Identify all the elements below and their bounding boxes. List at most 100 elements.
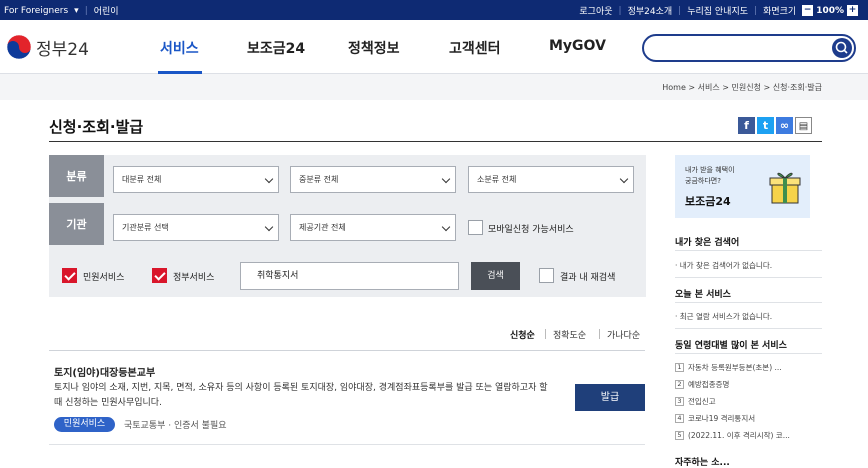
search-icon	[835, 41, 848, 54]
gov-service-label: 정부서비스	[173, 273, 215, 283]
search-button[interactable]	[832, 38, 852, 58]
research-label: 결과 내 재검색	[560, 273, 616, 283]
divider: |	[754, 5, 758, 16]
nav-service[interactable]: 서비스	[160, 38, 199, 58]
taegeuk-logo-icon	[6, 34, 32, 60]
today-service-title: 오늘 본 서비스	[675, 290, 731, 300]
search-submit-button[interactable]: 검색	[471, 262, 520, 290]
keyword-input[interactable]: 취학통지서	[240, 262, 459, 290]
nav-policy[interactable]: 정책정보	[348, 38, 400, 58]
banner-text: 내가 받을 혜택이 궁금하다면?	[685, 165, 735, 187]
subsidy24-banner[interactable]: 내가 받을 혜택이 궁금하다면? 보조금24	[675, 155, 810, 218]
popular-item[interactable]: 3 전입신고	[675, 396, 716, 407]
popular-item[interactable]: 1 자동차 등록원부등본(초본) ...	[675, 362, 782, 373]
research-checkbox[interactable]	[539, 268, 554, 283]
banner-line-1: 내가 받을 혜택이	[685, 166, 735, 174]
my-search-empty: · 내가 찾은 검색어가 없습니다.	[675, 261, 773, 270]
agency-type-select[interactable]: 기관분류 선택	[113, 214, 279, 241]
banner-line-2: 궁금하다면?	[685, 177, 721, 185]
divider	[675, 353, 822, 354]
breadcrumb-bar: Home > 서비스 > 민원신청 > 신청·조회·발급	[0, 74, 868, 100]
popular-item-label: 자동차 등록원부등본(초본) ...	[688, 363, 782, 372]
zoom-in-button[interactable]: +	[847, 5, 858, 16]
faq-title: 자주하는 소...	[675, 458, 730, 468]
select-value: 대분류 전체	[122, 175, 162, 184]
popular-title: 동일 연령대별 많이 본 서비스	[675, 341, 787, 351]
chevron-down-icon: ▾	[74, 5, 79, 16]
page-title: 신청·조회·발급	[49, 118, 144, 136]
popular-item-label: 코로나19 격리통지서	[688, 414, 756, 423]
chevron-down-icon	[441, 174, 451, 184]
top-utility-bar: For Foreigners ▾ | 어린이 로그아웃 | 정부24소개 | 누…	[0, 0, 868, 20]
divider: |	[618, 5, 622, 16]
banner-title: 보조금24	[685, 195, 731, 208]
minor-category-select[interactable]: 소분류 전체	[468, 166, 634, 193]
share-tools: f t ∞ ▤	[738, 117, 812, 134]
sort-accuracy[interactable]: 정확도순	[553, 328, 586, 341]
title-divider	[49, 141, 822, 142]
nav-subsidy24[interactable]: 보조금24	[247, 38, 305, 58]
select-value: 소분류 전체	[477, 175, 517, 184]
chevron-down-icon	[264, 174, 274, 184]
link-copy-icon[interactable]: ∞	[776, 117, 793, 134]
search-input[interactable]	[642, 34, 856, 62]
divider	[675, 250, 822, 251]
select-value: 중분류 전체	[299, 175, 339, 184]
mobile-only-label: 모바일신청 가능서비스	[488, 225, 574, 235]
popular-item-label: 예방접종증명	[688, 380, 730, 389]
divider: |	[84, 5, 88, 16]
civil-service-checkbox[interactable]	[62, 268, 77, 283]
logout-link[interactable]: 로그아웃	[579, 4, 612, 17]
twitter-icon[interactable]: t	[757, 117, 774, 134]
divider	[545, 329, 546, 339]
middle-category-select[interactable]: 중분류 전체	[290, 166, 456, 193]
gov-service-checkbox[interactable]	[152, 268, 167, 283]
my-search-title: 내가 찾은 검색어	[675, 238, 740, 248]
select-value: 제공기관 전체	[299, 223, 346, 232]
divider	[675, 302, 822, 303]
popular-item[interactable]: 4 코로나19 격리통지서	[675, 413, 755, 424]
chevron-down-icon	[264, 222, 274, 232]
result-meta: 국토교통부 · 인증서 불필요	[124, 421, 227, 431]
breadcrumb: Home > 서비스 > 민원신청 > 신청·조회·발급	[662, 83, 822, 92]
provider-select[interactable]: 제공기관 전체	[290, 214, 456, 241]
result-title[interactable]: 토지(임야)대장등본교부	[54, 364, 155, 379]
divider	[675, 277, 822, 278]
select-value: 기관분류 선택	[122, 223, 169, 232]
civil-service-label: 민원서비스	[83, 273, 125, 283]
nav-mygov[interactable]: MyGOV	[549, 38, 606, 54]
service-type-badge: 민원서비스	[54, 417, 115, 432]
agency-label: 기관	[49, 203, 104, 245]
facebook-icon[interactable]: f	[738, 117, 755, 134]
results-divider	[49, 350, 645, 351]
today-service-empty: · 최근 열람 서비스가 없습니다.	[675, 312, 773, 321]
screen-size-label: 화면크기	[763, 7, 797, 17]
print-icon[interactable]: ▤	[795, 117, 812, 134]
mobile-only-checkbox[interactable]	[468, 220, 483, 235]
popular-item-label: (2022.11. 이후 격리시작) 코...	[688, 431, 790, 440]
zoom-control: − 100% +	[802, 5, 858, 16]
divider	[675, 328, 822, 329]
popular-item-label: 전입신고	[688, 397, 716, 406]
for-foreigners-link[interactable]: For Foreigners	[4, 6, 68, 16]
guide-link[interactable]: 누리집 안내지도	[687, 4, 748, 17]
divider	[599, 329, 600, 339]
gift-icon	[769, 172, 801, 204]
chevron-down-icon	[441, 222, 451, 232]
sort-alphabetical[interactable]: 가나다순	[607, 328, 640, 341]
kids-link[interactable]: 어린이	[94, 4, 119, 17]
zoom-level: 100%	[816, 5, 844, 16]
category-label: 분류	[49, 155, 104, 197]
issue-button[interactable]: 발급	[575, 384, 645, 411]
intro-link[interactable]: 정부24소개	[628, 4, 673, 17]
site-logo[interactable]: 정부24	[6, 34, 89, 60]
sort-latest[interactable]: 신청순	[510, 328, 535, 341]
popular-item[interactable]: 2 예방접종증명	[675, 379, 729, 390]
major-category-select[interactable]: 대분류 전체	[113, 166, 279, 193]
result-divider	[49, 444, 645, 445]
chevron-down-icon	[619, 174, 629, 184]
popular-item[interactable]: 5 (2022.11. 이후 격리시작) 코...	[675, 430, 790, 441]
zoom-out-button[interactable]: −	[802, 5, 814, 16]
nav-customer-center[interactable]: 고객센터	[449, 38, 501, 58]
result-description: 토지나 임야의 소재, 지번, 지목, 면적, 소유자 등의 사항이 등록된 토…	[54, 383, 548, 408]
